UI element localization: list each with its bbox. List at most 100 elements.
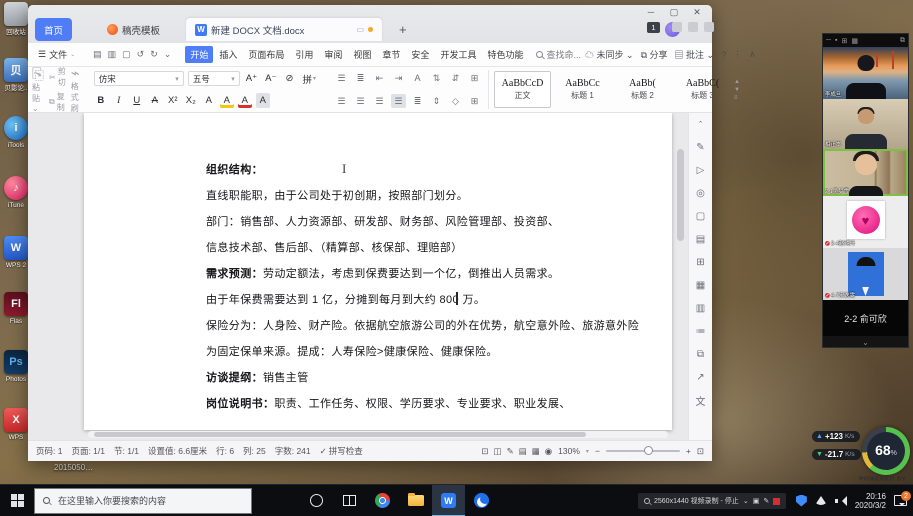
ribbon-tab[interactable]: 特色功能 <box>482 46 528 63</box>
copy-button[interactable]: ⧉复制 <box>49 91 66 113</box>
chrome-button[interactable] <box>366 485 399 516</box>
zoom-out-button[interactable]: − <box>595 446 600 456</box>
screen-record-bar[interactable]: 2560x1440 视频录制 - 停止 ⌄ ▣ ✎ <box>638 493 786 509</box>
paragraph[interactable]: 由于年保费需要达到 1 亿，分摊到每月到大约 800 万。 <box>206 287 658 313</box>
zoom-value[interactable]: 130% <box>558 446 580 456</box>
spellcheck-button[interactable]: ✓拼写检查 <box>320 445 363 457</box>
side-tool-icon[interactable]: ▥ <box>693 301 708 315</box>
quick-icon[interactable]: ▤ <box>91 49 104 60</box>
task-view-button[interactable] <box>333 485 366 516</box>
italic-button[interactable]: I <box>112 93 126 108</box>
quick-icon[interactable]: ↻ <box>148 49 160 60</box>
participant-video[interactable]: 相正本 <box>823 99 908 149</box>
view-mode-icon[interactable]: ✎ <box>507 446 514 457</box>
side-tool-icon[interactable]: ▷ <box>693 163 708 177</box>
side-tool-icon[interactable]: ▤ <box>693 232 708 246</box>
character-shading-button[interactable]: A <box>256 93 270 108</box>
new-tab-button[interactable]: + <box>390 18 416 41</box>
horizontal-scroll-thumb[interactable] <box>94 432 586 437</box>
quick-icon[interactable]: ▢ <box>120 49 133 60</box>
participant-name-tile[interactable]: 2-2 俞可欣 <box>823 300 908 336</box>
share-button[interactable]: ⧉ 分享 <box>641 48 668 61</box>
vertical-scrollbar[interactable] <box>677 149 684 241</box>
collapse-ribbon-button[interactable]: ∧ <box>749 49 756 60</box>
paragraph[interactable]: 信息技术部、售后部、（精算部、核保部、理赔部） <box>206 235 658 261</box>
alignment-tool-icon[interactable]: ☰ <box>391 94 406 108</box>
side-tool-icon[interactable]: ⊞ <box>693 255 708 269</box>
cortana-button[interactable] <box>300 485 333 516</box>
subscript-button[interactable]: X₂ <box>184 93 198 108</box>
paragraph-tool-icon[interactable]: ☰ <box>334 71 349 85</box>
paragraph[interactable]: 岗位说明书：职责、工作任务、权限、学历要求、专业要求、职业发展、 <box>206 391 658 417</box>
paragraph-tool-icon[interactable]: ⇥ <box>391 71 406 85</box>
paste-button[interactable]: ⎘粘贴 ⌄ <box>32 67 44 113</box>
meeting-header-icon[interactable]: ⊞ <box>841 37 847 45</box>
screen-share-icon[interactable]: ⧉ <box>900 37 905 45</box>
alignment-tool-icon[interactable]: ☰ <box>334 94 349 108</box>
style-preset[interactable]: AaBbCcD 正文 <box>494 71 551 108</box>
meeting-app-button[interactable] <box>465 485 498 516</box>
wps-taskbar-button[interactable]: W <box>432 485 465 516</box>
search-input[interactable] <box>56 495 226 507</box>
camera-icon[interactable]: ▣ <box>753 497 760 505</box>
highlight-color-button[interactable]: A <box>220 93 234 108</box>
paragraph-tool-icon[interactable]: ⇤ <box>372 71 387 85</box>
style-preset[interactable]: AaBbCc 标题 1 <box>554 71 611 108</box>
format-painter-button[interactable]: ⌁格式刷 <box>71 66 80 114</box>
styles-scroll[interactable]: ▲▼≡ <box>734 79 740 101</box>
ribbon-tab[interactable]: 开始 <box>185 46 213 63</box>
zoom-slider[interactable] <box>606 450 680 452</box>
document-text[interactable]: 组织结构： 直线职能职，由于公司处于初创期，按照部门划分。 部门：销售部、人力资… <box>84 113 672 417</box>
font-color-button[interactable]: A <box>238 93 252 108</box>
alignment-tool-icon[interactable]: ◇ <box>448 94 463 108</box>
paragraph[interactable]: 直线职能职，由于公司处于初创期，按照部门划分。 <box>206 183 658 209</box>
bold-button[interactable]: B <box>94 93 108 108</box>
maximize-button[interactable]: ▢ <box>667 7 681 18</box>
action-center-icon[interactable]: 2 <box>894 495 907 506</box>
paragraph-tool-icon[interactable]: ⊞ <box>467 71 482 85</box>
side-tool-icon[interactable]: 文 <box>693 393 708 407</box>
stop-record-icon[interactable] <box>773 498 780 505</box>
view-mode-icon[interactable]: ▤ <box>519 446 527 457</box>
ribbon-tab[interactable]: 页面布局 <box>243 46 289 63</box>
paragraph-tool-icon[interactable]: ⇅ <box>429 71 444 85</box>
paragraph[interactable]: 组织结构： <box>206 157 658 183</box>
paragraph[interactable]: 保险分为：人身险、财产险。依据航空旅游公司的外在优势，航空意外险、旅游意外险 <box>206 313 658 339</box>
quick-icon[interactable]: ▥ <box>106 49 119 60</box>
side-tool-icon[interactable]: ◎ <box>693 186 708 200</box>
grow-font-button[interactable]: A⁺ <box>244 71 259 86</box>
paragraph-tool-icon[interactable]: A <box>410 71 425 85</box>
style-preset[interactable]: AaBbC( 标题 3 <box>674 71 731 108</box>
paragraph-tool-icon[interactable]: ⇵ <box>448 71 463 85</box>
alignment-tool-icon[interactable]: ☰ <box>372 94 387 108</box>
tab-document[interactable]: W 新建 DOCX 文档.docx ▭ <box>186 18 382 41</box>
ribbon-tab[interactable]: 安全 <box>406 46 434 63</box>
underline-button[interactable]: U <box>130 93 144 108</box>
shrink-font-button[interactable]: A⁻ <box>263 71 278 86</box>
close-button[interactable]: ✕ <box>690 7 704 18</box>
help-button[interactable]: ? <box>721 50 726 60</box>
start-button[interactable] <box>0 485 34 516</box>
quick-icon[interactable]: ↺ <box>135 49 147 60</box>
horizontal-scrollbar[interactable] <box>88 431 668 438</box>
ribbon-tab[interactable]: 审阅 <box>319 46 347 63</box>
minimize-button[interactable]: ─ <box>644 7 658 18</box>
font-size-select[interactable]: 五号▾ <box>188 71 240 86</box>
clock[interactable]: 20:16 2020/3/2 <box>855 492 886 510</box>
zoom-in-button[interactable]: + <box>686 446 691 456</box>
meeting-header-icon[interactable]: ▦ <box>851 37 858 45</box>
view-mode-icon[interactable]: ⊡ <box>481 446 488 457</box>
performance-gauge[interactable]: 68% <box>862 427 910 475</box>
paragraph[interactable]: 为固定保单来源。提成：人寿保险>健康保险、健康保险。 <box>206 339 658 365</box>
clear-format-button[interactable]: ⊘ <box>282 71 296 86</box>
tab-template-store[interactable]: 稿壳模板 <box>98 18 169 41</box>
side-tool-icon[interactable]: ⧉ <box>693 347 708 361</box>
tab-home[interactable]: 首页 <box>35 18 72 41</box>
font-name-select[interactable]: 仿宋▾ <box>94 71 184 86</box>
zoom-slider-thumb[interactable] <box>644 446 653 455</box>
view-mode-icon[interactable]: ◫ <box>494 446 502 457</box>
chevron-up-icon[interactable]: ⌃ <box>693 117 708 131</box>
meeting-header-icon[interactable]: ─ <box>826 37 831 45</box>
side-tool-icon[interactable]: ≔ <box>693 324 708 338</box>
side-tool-icon[interactable]: ▦ <box>693 278 708 292</box>
